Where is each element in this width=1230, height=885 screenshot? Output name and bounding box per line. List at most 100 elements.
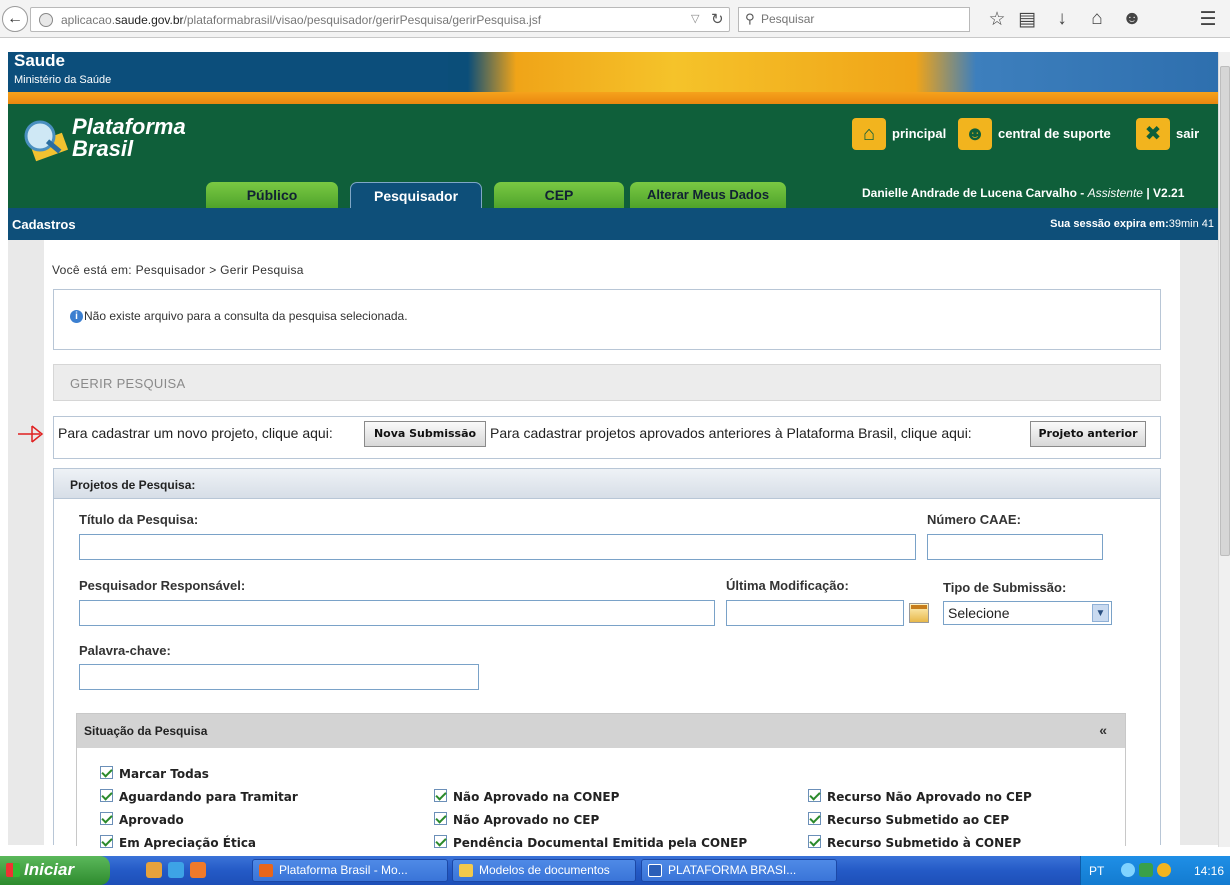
- chat-icon[interactable]: ☻: [1120, 8, 1144, 30]
- user-info: Danielle Andrade de Lucena Carvalho - As…: [862, 186, 1185, 200]
- caae-label: Número CAAE:: [927, 512, 1021, 527]
- palavra-chave-label: Palavra-chave:: [79, 643, 171, 658]
- ultima-modificacao-input[interactable]: [726, 600, 904, 626]
- bookmarks-list-icon[interactable]: ▤: [1015, 8, 1039, 31]
- word-doc-icon: [648, 864, 662, 877]
- bookmark-star-icon[interactable]: ☆: [985, 8, 1009, 31]
- taskbar-item-folder[interactable]: Modelos de documentos: [452, 859, 636, 882]
- checkbox-checked-icon: [808, 812, 821, 825]
- security-alert-icon[interactable]: [1157, 863, 1171, 877]
- collapse-icon[interactable]: «: [1099, 722, 1107, 738]
- checkbox-label: Recurso Submetido à CONEP: [827, 836, 1022, 850]
- checkbox-label: Não Aprovado no CEP: [453, 813, 600, 827]
- reload-icon[interactable]: ↻: [711, 10, 724, 28]
- ministerio-label: Ministério da Saúde: [14, 74, 112, 86]
- clock: 14:16: [1193, 864, 1224, 878]
- checkbox-checked-icon: [808, 835, 821, 848]
- saude-title: Saude: [14, 51, 66, 70]
- start-button[interactable]: Iniciar: [0, 856, 110, 885]
- checkbox-situacao[interactable]: Não Aprovado no CEP: [434, 812, 599, 827]
- projeto-anterior-button[interactable]: Projeto anterior: [1030, 421, 1146, 447]
- cadastrar-anterior-text: Para cadastrar projetos aprovados anteri…: [490, 425, 972, 441]
- section-title: Cadastros: [12, 217, 76, 232]
- palavra-chave-input[interactable]: [79, 664, 479, 690]
- projetos-panel: Projetos de Pesquisa: Título da Pesquisa…: [53, 468, 1161, 850]
- checkbox-label: Não Aprovado na CONEP: [453, 790, 620, 804]
- panel-title: GERIR PESQUISA: [70, 376, 186, 391]
- chevron-down-icon[interactable]: ▼: [1092, 604, 1109, 622]
- language-indicator[interactable]: PT: [1089, 864, 1104, 878]
- tipo-submissao-label: Tipo de Submissão:: [943, 580, 1067, 595]
- browser-toolbar: ← aplicacao.saude.gov.br/plataformabrasi…: [0, 0, 1230, 38]
- close-icon[interactable]: ✖: [1136, 118, 1170, 150]
- tab-publico[interactable]: Público: [206, 182, 338, 208]
- quicklaunch-media-icon[interactable]: [190, 862, 206, 878]
- logo-text-brasil: Brasil: [72, 136, 134, 161]
- taskbar-item-firefox[interactable]: Plataforma Brasil - Mo...: [252, 859, 448, 882]
- checkbox-situacao[interactable]: Aguardando para Tramitar: [100, 789, 298, 804]
- pesquisador-input[interactable]: [79, 600, 715, 626]
- start-label: Iniciar: [24, 860, 75, 879]
- taskbar-item-word[interactable]: PLATAFORMA BRASI...: [641, 859, 837, 882]
- info-message: Não existe arquivo para a consulta da pe…: [84, 309, 408, 323]
- checkbox-marcar-todas[interactable]: Marcar Todas: [100, 766, 209, 781]
- situacao-header: Situação da Pesquisa «: [77, 714, 1125, 748]
- support-link[interactable]: central de suporte: [998, 126, 1111, 141]
- tab-alterar-dados[interactable]: Alterar Meus Dados: [630, 182, 786, 208]
- checkbox-checked-icon: [100, 789, 113, 802]
- checkbox-label: Em Apreciação Ética: [119, 836, 257, 850]
- tab-cep[interactable]: CEP: [494, 182, 624, 208]
- checkbox-checked-icon: [434, 835, 447, 848]
- tray-app-icon[interactable]: [1139, 863, 1153, 877]
- calendar-icon[interactable]: [909, 603, 929, 623]
- download-icon[interactable]: ↓: [1050, 8, 1074, 30]
- tab-pesquisador[interactable]: Pesquisador: [350, 182, 482, 208]
- home-icon[interactable]: ⌂: [852, 118, 886, 150]
- caae-input[interactable]: [927, 534, 1103, 560]
- titulo-input[interactable]: [79, 534, 916, 560]
- checkbox-situacao[interactable]: Não Aprovado na CONEP: [434, 789, 619, 804]
- checkbox-label: Pendência Documental Emitida pela CONEP: [453, 836, 748, 850]
- internet-explorer-icon[interactable]: [168, 862, 184, 878]
- menu-icon[interactable]: ☰: [1196, 8, 1220, 31]
- info-message-box: i Não existe arquivo para a consulta da …: [53, 289, 1161, 350]
- sair-link[interactable]: sair: [1176, 126, 1199, 141]
- scrollbar-thumb[interactable]: [1220, 66, 1230, 556]
- breadcrumb: Você está em: Pesquisador > Gerir Pesqui…: [52, 263, 304, 277]
- network-icon[interactable]: [1121, 863, 1135, 877]
- header-divider: [8, 92, 1218, 104]
- search-icon: ⚲: [745, 11, 755, 26]
- browser-search-box[interactable]: ⚲: [738, 7, 970, 32]
- back-button[interactable]: ←: [2, 6, 28, 32]
- checkbox-label: Marcar Todas: [119, 767, 209, 781]
- checkbox-situacao[interactable]: Pendência Documental Emitida pela CONEP: [434, 835, 747, 850]
- checkbox-checked-icon: [808, 789, 821, 802]
- checkbox-label: Aprovado: [119, 813, 184, 827]
- browser-search-input[interactable]: [761, 12, 961, 26]
- quicklaunch-app-icon[interactable]: [146, 862, 162, 878]
- checkbox-situacao[interactable]: Aprovado: [100, 812, 184, 827]
- checkbox-situacao[interactable]: Recurso Submetido à CONEP: [808, 835, 1021, 850]
- page-scrollbar[interactable]: [1218, 52, 1230, 847]
- cadastrar-box: Para cadastrar um novo projeto, clique a…: [53, 416, 1161, 459]
- task-label: PLATAFORMA BRASI...: [668, 863, 797, 877]
- address-bar[interactable]: aplicacao.saude.gov.br/plataformabrasil/…: [30, 7, 730, 32]
- checkbox-checked-icon: [434, 812, 447, 825]
- arrow-annotation-icon: [18, 425, 44, 443]
- home-icon[interactable]: ⌂: [1085, 8, 1109, 30]
- pesquisador-label: Pesquisador Responsável:: [79, 578, 246, 593]
- checkbox-checked-icon: [434, 789, 447, 802]
- checkbox-label: Recurso Não Aprovado no CEP: [827, 790, 1032, 804]
- checkbox-situacao[interactable]: Recurso Submetido ao CEP: [808, 812, 1009, 827]
- checkbox-label: Aguardando para Tramitar: [119, 790, 298, 804]
- nova-submissao-button[interactable]: Nova Submissão: [364, 421, 486, 447]
- support-icon[interactable]: ☻: [958, 118, 992, 150]
- checkbox-situacao[interactable]: Recurso Não Aprovado no CEP: [808, 789, 1032, 804]
- tipo-submissao-select[interactable]: Selecione ▼: [943, 601, 1112, 625]
- gerir-pesquisa-panel: GERIR PESQUISA: [53, 364, 1161, 401]
- url-dropdown-icon[interactable]: ▽: [691, 12, 699, 25]
- site-header: Plataforma Brasil ⌂ principal ☻ central …: [8, 104, 1218, 208]
- principal-link[interactable]: principal: [892, 126, 946, 141]
- checkbox-label: Recurso Submetido ao CEP: [827, 813, 1010, 827]
- checkbox-situacao[interactable]: Em Apreciação Ética: [100, 835, 256, 850]
